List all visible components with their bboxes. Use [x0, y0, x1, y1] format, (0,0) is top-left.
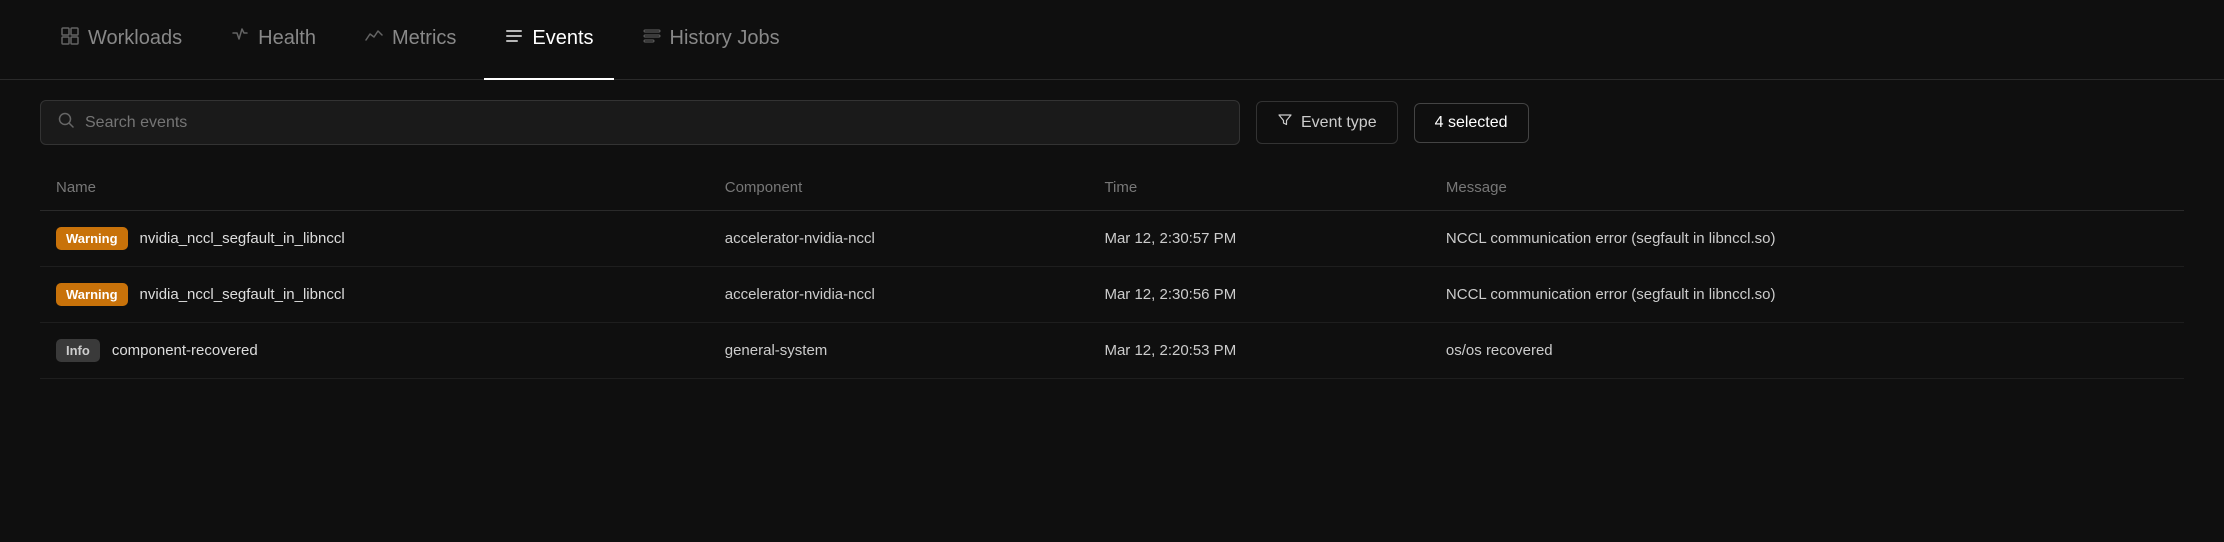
cell-time-1: Mar 12, 2:30:56 PM — [1088, 267, 1429, 323]
cell-component-0: accelerator-nvidia-nccl — [709, 211, 1089, 267]
nav-label-workloads: Workloads — [88, 27, 182, 50]
col-header-time: Time — [1088, 165, 1429, 211]
metrics-icon — [364, 26, 384, 51]
cell-time-0: Mar 12, 2:30:57 PM — [1088, 211, 1429, 267]
search-box[interactable] — [40, 100, 1240, 145]
nav-label-events: Events — [532, 27, 593, 50]
nav-label-history-jobs: History Jobs — [670, 27, 780, 50]
cell-name-2: Info component-recovered — [40, 323, 709, 379]
cell-message-0: NCCL communication error (segfault in li… — [1430, 211, 2184, 267]
top-nav: Workloads Health Metrics Events — [0, 0, 2224, 80]
events-table-container: Name Component Time Message Warning nvid… — [0, 165, 2224, 379]
cell-message-1: NCCL communication error (segfault in li… — [1430, 267, 2184, 323]
nav-item-events[interactable]: Events — [484, 0, 613, 80]
nav-item-workloads[interactable]: Workloads — [40, 0, 202, 80]
table-row[interactable]: Warning nvidia_nccl_segfault_in_libnccl … — [40, 211, 2184, 267]
workloads-icon — [60, 26, 80, 51]
nav-label-metrics: Metrics — [392, 27, 456, 50]
cell-name-0: Warning nvidia_nccl_segfault_in_libnccl — [40, 211, 709, 267]
table-row[interactable]: Warning nvidia_nccl_segfault_in_libnccl … — [40, 267, 2184, 323]
events-icon — [504, 26, 524, 51]
search-icon — [57, 111, 75, 134]
table-body: Warning nvidia_nccl_segfault_in_libnccl … — [40, 211, 2184, 379]
history-jobs-icon — [642, 26, 662, 51]
event-type-filter-button[interactable]: Event type — [1256, 101, 1398, 144]
filter-icon — [1277, 112, 1293, 133]
search-input[interactable] — [85, 114, 1223, 132]
event-name-1: nvidia_nccl_segfault_in_libnccl — [140, 286, 345, 303]
event-name-0: nvidia_nccl_segfault_in_libnccl — [140, 230, 345, 247]
events-table: Name Component Time Message Warning nvid… — [40, 165, 2184, 379]
col-header-name: Name — [40, 165, 709, 211]
col-header-component: Component — [709, 165, 1089, 211]
cell-component-1: accelerator-nvidia-nccl — [709, 267, 1089, 323]
cell-time-2: Mar 12, 2:20:53 PM — [1088, 323, 1429, 379]
health-icon — [230, 26, 250, 51]
nav-label-health: Health — [258, 27, 316, 50]
cell-component-2: general-system — [709, 323, 1089, 379]
selected-badge: 4 selected — [1414, 103, 1529, 143]
toolbar: Event type 4 selected — [0, 80, 2224, 165]
badge-warning-0: Warning — [56, 227, 128, 250]
table-row[interactable]: Info component-recovered general-system … — [40, 323, 2184, 379]
col-header-message: Message — [1430, 165, 2184, 211]
cell-message-2: os/os recovered — [1430, 323, 2184, 379]
badge-info-2: Info — [56, 339, 100, 362]
badge-warning-1: Warning — [56, 283, 128, 306]
table-header: Name Component Time Message — [40, 165, 2184, 211]
filter-label: Event type — [1301, 114, 1377, 132]
nav-item-metrics[interactable]: Metrics — [344, 0, 476, 80]
event-name-2: component-recovered — [112, 342, 258, 359]
nav-item-history-jobs[interactable]: History Jobs — [622, 0, 800, 80]
cell-name-1: Warning nvidia_nccl_segfault_in_libnccl — [40, 267, 709, 323]
nav-item-health[interactable]: Health — [210, 0, 336, 80]
